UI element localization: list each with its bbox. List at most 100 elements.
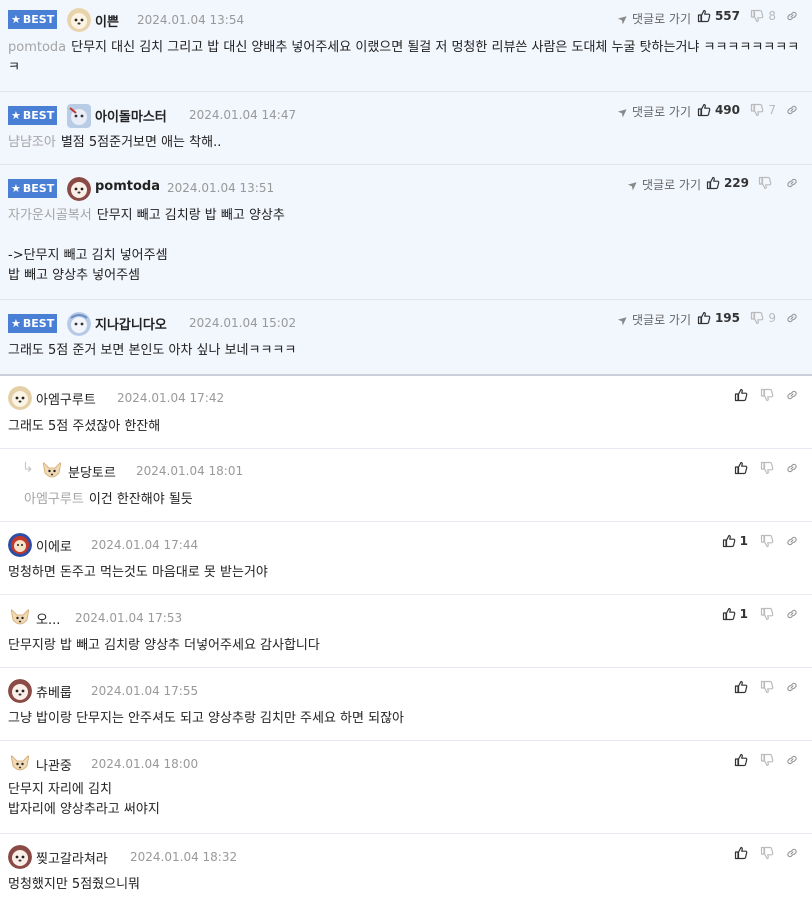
nickname[interactable]: 찢고갈라쳐라 [36,848,108,867]
best-comment: ★ BEST 아이돌마스터 2024.01.04 14:47 ➤ 댓글로 가기 4… [0,92,812,165]
thumbs-down-icon [751,9,764,23]
dislike-button[interactable]: 9 [750,311,776,325]
dislike-button[interactable] [760,534,774,548]
comment-text: 그래도 5점 주셨잖아 한잔해 [8,419,161,434]
like-count: 557 [714,9,740,23]
nickname[interactable]: 분당토르 [68,462,116,481]
mention[interactable]: 냠냠조아 [8,135,56,150]
like-button[interactable] [734,680,748,694]
comment-body: 멍청하면 돈주고 먹는것도 마음대로 못 받는거야 [8,563,800,583]
avatar[interactable] [8,752,32,776]
best-badge: ★ BEST [8,10,57,29]
comment-date: 2024.01.04 18:32 [130,850,238,864]
like-button[interactable]: 195 [697,311,740,325]
like-button[interactable]: 557 [697,9,740,23]
share-button[interactable] [785,607,799,621]
share-button[interactable] [785,846,799,860]
dislike-button[interactable]: 8 [750,9,776,23]
dislike-button[interactable] [760,680,774,694]
comment: 오... 2024.01.04 17:53 1 단무지랑 밥 빼고 김치랑 양상… [0,595,812,668]
avatar[interactable] [67,104,91,128]
share-button[interactable] [785,103,799,117]
like-button[interactable] [734,461,748,475]
nickname[interactable]: 츄베룹 [36,682,72,701]
star-icon: ★ [11,109,21,122]
nickname[interactable]: pomtoda [95,179,160,194]
goto-reply-link[interactable]: ➤ 댓글로 가기 [615,10,691,27]
comment-date: 2024.01.04 15:02 [189,316,297,330]
thumbs-up-icon [734,753,748,767]
dislike-button[interactable] [760,753,774,767]
comment: 이에로 2024.01.04 17:44 1 멍청하면 돈주고 먹는것도 마음대… [0,522,812,595]
nickname[interactable]: 이에로 [36,536,72,555]
thumbs-down-icon [760,461,774,475]
dislike-button[interactable] [760,846,774,860]
goto-reply-link[interactable]: ➤ 댓글로 가기 [615,103,691,120]
share-button[interactable] [785,388,799,402]
dislike-button[interactable] [758,176,772,190]
mention[interactable]: 자가운시골복서 [8,208,92,223]
comment-body: 그래도 5점 주셨잖아 한잔해 [8,417,800,437]
goto-reply-link[interactable]: ➤ 댓글로 가기 [614,311,691,329]
avatar[interactable] [8,845,32,869]
avatar[interactable] [8,606,32,630]
like-button[interactable] [734,753,748,767]
like-button[interactable] [734,388,748,402]
like-button[interactable] [734,846,748,860]
dislike-button[interactable] [760,388,774,402]
send-arrow-icon: ➤ [614,311,632,329]
comment-body: 멍청했지만 5점줬으니뭐 [8,875,800,895]
share-button[interactable] [785,753,799,767]
comment-text: 단무지 대신 김치 그리고 밥 대신 양배추 넣어주세요 이랬으면 될걸 저 멍… [8,40,800,75]
comment-text: 그래도 5점 준거 보면 본인도 아차 싶나 보네ㅋㅋㅋㅋ [8,343,297,358]
avatar[interactable] [8,386,32,410]
comment-body: 자가운시골복서 단무지 빼고 김치랑 밥 빼고 양상추 ->단무지 빼고 김치 넣… [8,206,800,286]
like-button[interactable]: 1 [722,534,748,548]
share-button[interactable] [785,680,799,694]
link-icon [787,178,797,188]
link-icon [787,755,797,765]
share-button[interactable] [785,9,799,23]
nickname[interactable]: 지나갑니다오 [95,314,167,333]
best-badge: ★ BEST [8,106,57,125]
avatar[interactable] [8,679,32,703]
goto-reply-link[interactable]: ➤ 댓글로 가기 [624,176,701,194]
thumbs-down-icon [760,534,774,548]
mention[interactable]: pomtoda [8,40,66,55]
dislike-count: 9 [768,311,776,325]
dislike-button[interactable]: 7 [750,103,776,117]
comment-date: 2024.01.04 17:44 [91,538,199,552]
share-button[interactable] [785,461,799,475]
share-button[interactable] [785,311,799,325]
thumbs-up-icon [734,388,748,402]
nickname[interactable]: 아엠구루트 [36,389,96,408]
reply-arrow-icon: ↳ [22,460,34,476]
comment: 아엠구루트 2024.01.04 17:42 그래도 5점 주셨잖아 한잔해 [0,376,812,449]
thumbs-down-icon [751,103,764,117]
avatar[interactable] [67,177,91,201]
like-button[interactable]: 490 [697,103,740,117]
share-button[interactable] [785,534,799,548]
nickname[interactable]: 나관중 [36,755,72,774]
comment-text: 멍청했지만 5점줬으니뭐 [8,877,141,892]
nickname[interactable]: 아이돌마스터 [95,106,167,125]
comment-text: 이건 한잔해야 될듯 [88,492,193,507]
nickname[interactable]: 오... [36,609,60,628]
like-button[interactable]: 229 [706,176,749,190]
share-button[interactable] [785,176,799,190]
mention[interactable]: 아엠구루트 [24,492,84,507]
avatar[interactable] [8,533,32,557]
avatar[interactable] [67,312,91,336]
thumbs-up-icon [734,846,748,860]
send-arrow-icon: ➤ [624,176,642,194]
best-comment: ★ BEST pomtoda 2024.01.04 13:51 ➤ 댓글로 가기 … [0,165,812,300]
link-icon [787,390,797,400]
like-button[interactable]: 1 [722,607,748,621]
avatar[interactable] [67,8,91,32]
nickname[interactable]: 이쁜 [95,11,119,30]
comment-date: 2024.01.04 17:53 [75,611,183,625]
dislike-button[interactable] [760,607,774,621]
dislike-button[interactable] [760,461,774,475]
thumbs-up-icon [734,680,748,694]
avatar[interactable] [40,459,64,483]
